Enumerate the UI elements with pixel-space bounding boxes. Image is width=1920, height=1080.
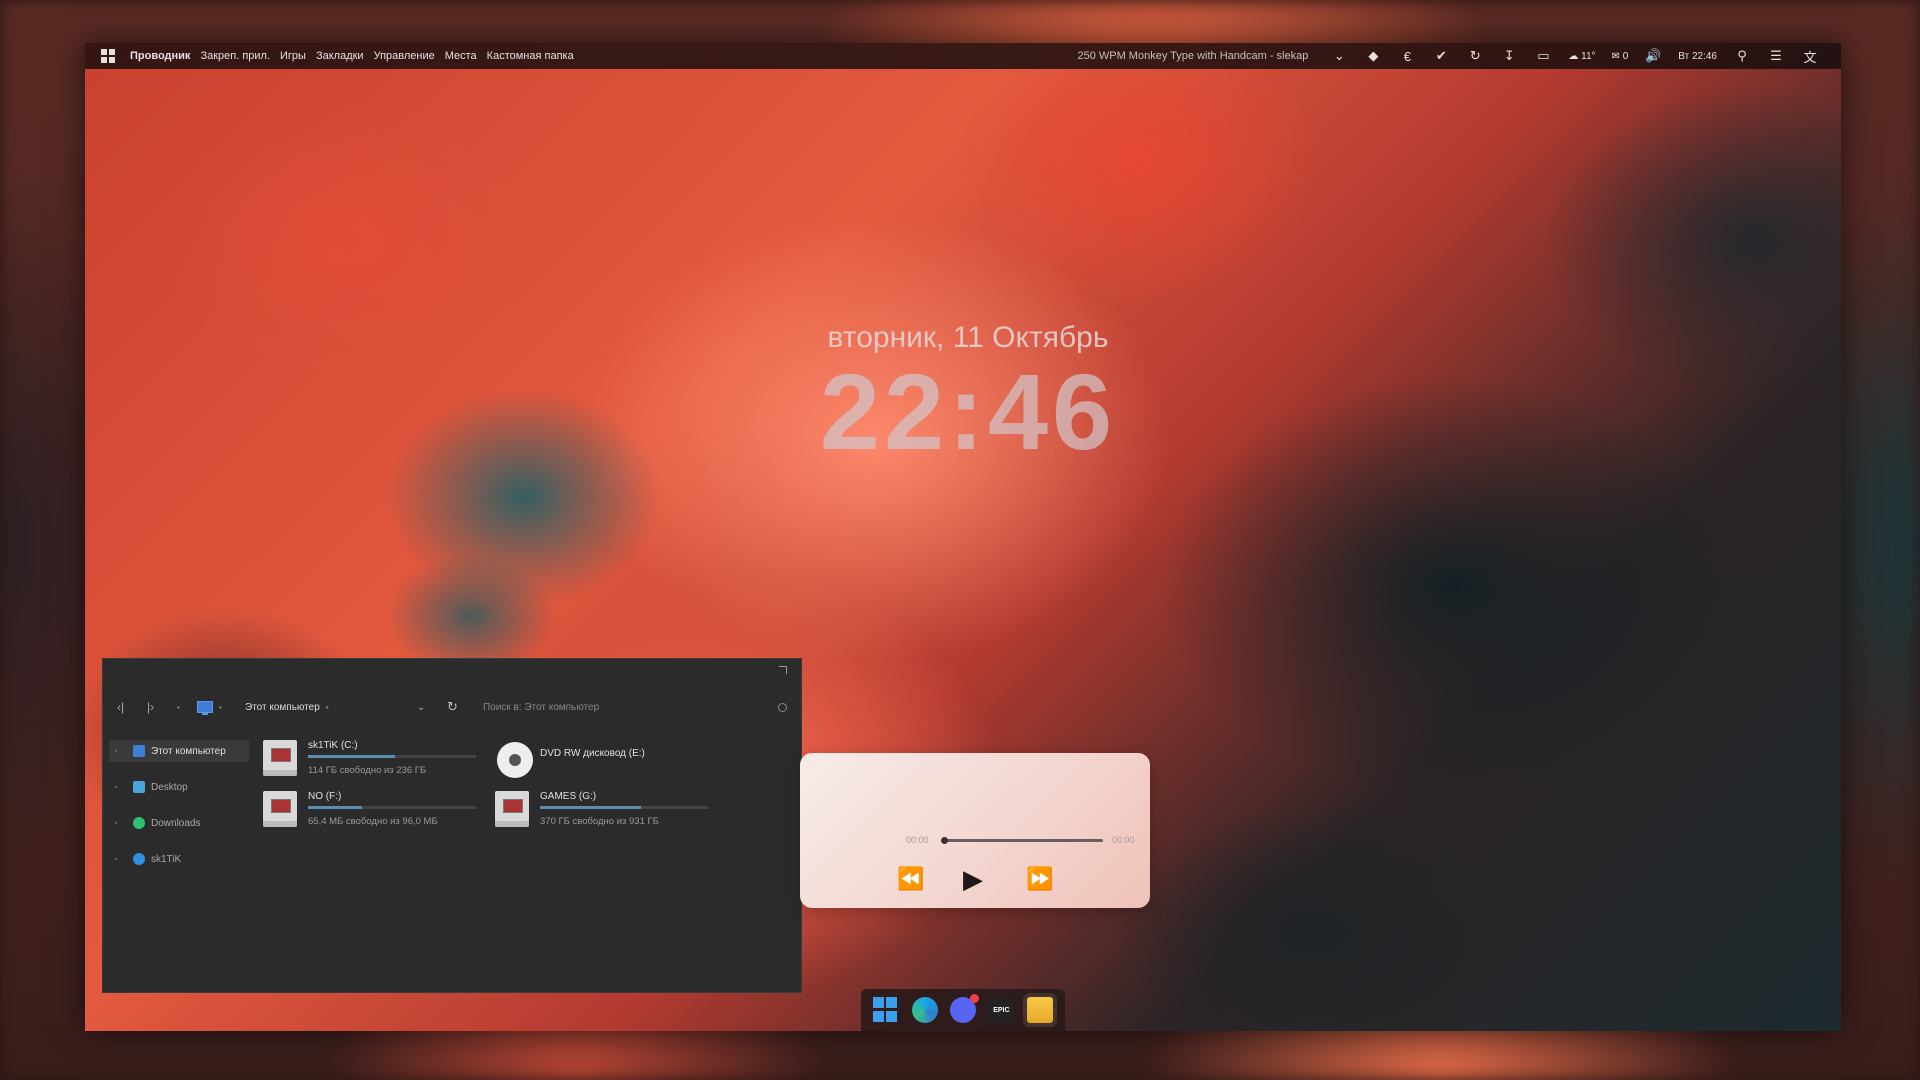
- expand-icon[interactable]: ▪: [115, 748, 127, 755]
- weather-icon[interactable]: ☁ 11°: [1560, 51, 1603, 62]
- now-playing-title[interactable]: 250 WPM Monkey Type with Handcam - sleka…: [1077, 50, 1308, 62]
- computer-icon: [133, 745, 145, 757]
- drive-usage-bar: [540, 806, 708, 809]
- drive-free-space: 370 ГБ свободно из 931 ГБ: [540, 816, 659, 827]
- sidebar-item-label: Desktop: [151, 781, 188, 793]
- discord-icon[interactable]: [949, 994, 979, 1023]
- menu-pinned-apps[interactable]: Закреп. прил.: [195, 50, 275, 62]
- diamond-icon[interactable]: ◆: [1356, 48, 1390, 64]
- up-icon[interactable]: ▪: [177, 703, 197, 712]
- monitor-icon[interactable]: ▭: [1526, 48, 1560, 64]
- expand-icon[interactable]: ▪: [115, 856, 127, 863]
- drive-f[interactable]: NO (F:) 65,4 МБ свободно из 96,0 МБ: [263, 791, 493, 835]
- weather-temp: 11°: [1581, 50, 1596, 62]
- windows-logo-icon[interactable]: [101, 49, 115, 63]
- search-icon[interactable]: ⚲: [1725, 48, 1759, 64]
- total-time: 00:00: [1112, 835, 1135, 845]
- breadcrumb-separator-icon: ▪: [219, 702, 222, 712]
- user-icon: [133, 853, 145, 865]
- sidebar-item-label: Этот компьютер: [151, 745, 226, 757]
- expand-icon[interactable]: ▪: [115, 820, 127, 827]
- drive-usage-bar: [308, 755, 476, 758]
- dvd-disc-icon: [497, 742, 533, 778]
- desktop-icon: [133, 781, 145, 793]
- drive-e[interactable]: DVD RW дисковод (E:): [495, 740, 725, 784]
- menu-bookmarks[interactable]: Закладки: [311, 50, 369, 62]
- explorer-sidebar: ▪ Этот компьютер ▪ Desktop ▪ Downloads ▪…: [109, 740, 249, 884]
- drive-name: sk1TiK (C:): [308, 740, 358, 751]
- drive-name: DVD RW дисковод (E:): [540, 748, 645, 759]
- maximize-icon[interactable]: [779, 666, 787, 674]
- chevron-down-icon[interactable]: ⌄: [1322, 48, 1356, 64]
- sidebar-item-user[interactable]: ▪ sk1TiK: [109, 848, 249, 870]
- drive-usage-bar: [308, 806, 476, 809]
- menu-management[interactable]: Управление: [369, 50, 440, 62]
- seek-bar[interactable]: [941, 837, 1103, 844]
- drive-g[interactable]: GAMES (G:) 370 ГБ свободно из 931 ГБ: [495, 791, 725, 835]
- hard-drive-icon: [263, 791, 297, 827]
- hard-drive-icon: [263, 740, 297, 776]
- explorer-toolbar: ‹| |› ▪ ▪ Этот компьютер ▪ ⌄ ↻ Поиск в: …: [117, 697, 787, 717]
- menu-custom-folder[interactable]: Кастомная папка: [482, 50, 579, 62]
- forward-icon[interactable]: |›: [147, 700, 177, 714]
- file-explorer-window: ‹| |› ▪ ▪ Этот компьютер ▪ ⌄ ↻ Поиск в: …: [102, 658, 802, 993]
- media-player-widget: 00:00 00:00 ⏪ ▶ ⏩: [800, 753, 1150, 908]
- refresh-icon[interactable]: ↻: [447, 699, 483, 715]
- edge-icon[interactable]: [911, 997, 938, 1023]
- euro-icon[interactable]: €: [1390, 49, 1424, 64]
- address-dropdown-icon[interactable]: ⌄: [417, 702, 447, 713]
- drive-name: NO (F:): [308, 791, 342, 802]
- mail-icon[interactable]: ✉ 0: [1604, 51, 1637, 62]
- expand-icon[interactable]: ▪: [115, 784, 127, 791]
- top-menubar: Проводник Закреп. прил. Игры Закладки Уп…: [85, 43, 1841, 69]
- mail-count: 0: [1622, 50, 1629, 62]
- drive-free-space: 114 ГБ свободно из 236 ГБ: [308, 765, 427, 776]
- time-label: 22:46: [819, 351, 1117, 472]
- sidebar-item-label: sk1TiK: [151, 853, 182, 865]
- drive-usage-fill: [308, 755, 396, 758]
- drive-usage-fill: [540, 806, 641, 809]
- search-input[interactable]: Поиск в: Этот компьютер: [483, 702, 778, 713]
- taskbar-dock: EPIC: [861, 989, 1065, 1031]
- notifications-list-icon[interactable]: ☰: [1759, 48, 1793, 64]
- search-icon[interactable]: [778, 702, 787, 712]
- play-icon[interactable]: ▶: [963, 866, 983, 892]
- computer-icon: [197, 701, 213, 715]
- history-icon[interactable]: ↻: [1458, 48, 1492, 64]
- fast-forward-icon[interactable]: ⏩: [1026, 868, 1053, 890]
- sidebar-item-this-pc[interactable]: ▪ Этот компьютер: [109, 740, 249, 762]
- language-icon[interactable]: 文: [1793, 47, 1827, 66]
- drive-free-space: 65,4 МБ свободно из 96,0 МБ: [308, 816, 438, 827]
- rewind-icon[interactable]: ⏪: [897, 868, 924, 890]
- windows-start-icon[interactable]: [873, 997, 899, 1023]
- menu-explorer[interactable]: Проводник: [125, 50, 195, 62]
- drive-usage-fill: [308, 806, 362, 809]
- drive-name: GAMES (G:): [540, 791, 597, 802]
- sidebar-item-downloads[interactable]: ▪ Downloads: [109, 812, 249, 834]
- address-text: Этот компьютер: [245, 701, 320, 713]
- menu-places[interactable]: Места: [440, 50, 482, 62]
- paperclip-icon[interactable]: ✔: [1424, 48, 1458, 64]
- address-bar[interactable]: ▪ Этот компьютер ▪: [197, 701, 417, 715]
- back-icon[interactable]: ‹|: [117, 700, 147, 714]
- volume-icon[interactable]: 🔊: [1636, 48, 1670, 64]
- menu-games[interactable]: Игры: [275, 50, 311, 62]
- drive-c[interactable]: sk1TiK (C:) 114 ГБ свободно из 236 ГБ: [263, 740, 493, 784]
- seek-handle[interactable]: [941, 837, 948, 844]
- sidebar-item-desktop[interactable]: ▪ Desktop: [109, 776, 249, 798]
- file-explorer-icon[interactable]: [1026, 997, 1053, 1023]
- desktop-screen: Проводник Закреп. прил. Игры Закладки Уп…: [85, 43, 1841, 1031]
- breadcrumb-chevron-icon[interactable]: ▪: [326, 703, 346, 712]
- epic-games-icon[interactable]: EPIC: [988, 997, 1015, 1023]
- sidebar-item-label: Downloads: [151, 817, 201, 829]
- hard-drive-icon: [495, 791, 529, 827]
- current-time: 00:00: [906, 835, 929, 845]
- epic-label: EPIC: [993, 1006, 1010, 1014]
- downloads-icon: [133, 817, 145, 829]
- menubar-clock[interactable]: Вт 22:46: [1670, 51, 1725, 62]
- download-icon[interactable]: ↧: [1492, 48, 1526, 64]
